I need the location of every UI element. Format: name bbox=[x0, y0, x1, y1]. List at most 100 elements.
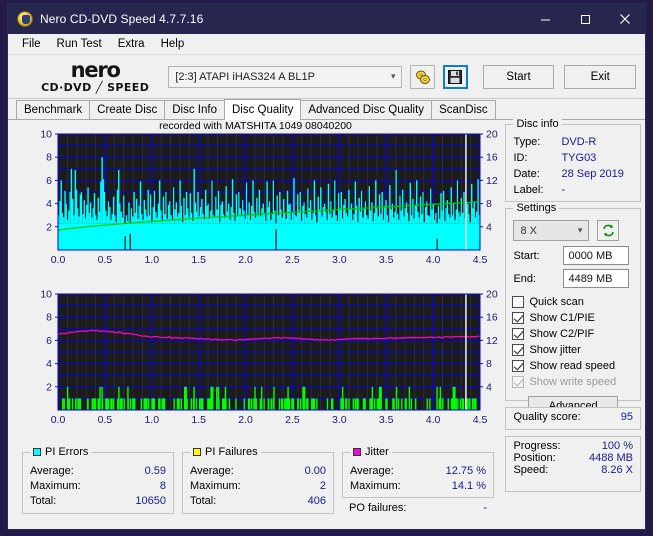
menu-item-file[interactable]: File bbox=[14, 36, 49, 52]
start-input[interactable]: 0000 MB bbox=[563, 246, 630, 265]
disc-label-value: - bbox=[561, 184, 566, 196]
pie-chart[interactable]: 246810481216200.0 0.5 1.0 1.5 2.0 2.5 3.0 3.5 4.… bbox=[8, 120, 503, 283]
jitter-maximum-value: 14.1 % bbox=[451, 479, 486, 492]
speed-select[interactable]: 8 X ▾ bbox=[513, 220, 590, 241]
pi-failures-average-label: Average: bbox=[190, 464, 234, 477]
checkbox-label: Quick scan bbox=[529, 296, 584, 308]
app-window: Nero CD-DVD Speed 4.7.7.16 File Run Test… bbox=[7, 3, 646, 530]
pi-failures-legend: PI Failures bbox=[190, 446, 261, 458]
disc-speed-icon bbox=[415, 70, 430, 84]
save-floppy-icon-button[interactable] bbox=[443, 64, 468, 89]
po-failures-value: - bbox=[483, 501, 487, 514]
tab-strip: Benchmark Create Disc Disc Info Disc Qua… bbox=[8, 99, 645, 120]
checkbox-show-c2-pif[interactable]: Show C2/PIF bbox=[506, 326, 640, 342]
pi-errors-total-value: 10650 bbox=[135, 494, 166, 507]
svg-text:3.0: 3.0 bbox=[332, 254, 347, 266]
tab-benchmark[interactable]: Benchmark bbox=[16, 100, 91, 119]
menu-bar: File Run Test Extra Help bbox=[8, 34, 645, 55]
pie-chart-container: recorded with MATSHITA 1049 08040200 2 4 6… bbox=[8, 120, 503, 283]
refresh-icon bbox=[603, 224, 614, 237]
checkbox-quick-scan[interactable]: Quick scan bbox=[506, 294, 640, 310]
tab-disc-info[interactable]: Disc Info bbox=[164, 100, 225, 119]
svg-text:4.5: 4.5 bbox=[473, 254, 488, 266]
tab-scandisc[interactable]: ScanDisc bbox=[431, 100, 496, 119]
exit-button[interactable]: Exit bbox=[564, 64, 636, 89]
position-value: 4488 MB bbox=[588, 452, 633, 464]
drive-select[interactable]: [2:3] ATAPI iHAS324 A BL1P ▾ bbox=[168, 65, 403, 88]
window-title: Nero CD-DVD Speed 4.7.7.16 bbox=[40, 12, 204, 26]
pif-jitter-chart-container: 2 4 6 8 10 4 8 12 16 20 0.0 0.5 1.0 1.5 2.0 2.5 3.0 3.5 4.… bbox=[8, 280, 503, 443]
menu-item-help[interactable]: Help bbox=[153, 36, 193, 52]
nero-logo-subtitle: CD·DVD ╱ SPEED bbox=[41, 81, 150, 94]
checkbox-show-write-speed: Show write speed bbox=[506, 374, 640, 390]
svg-text:8: 8 bbox=[486, 198, 492, 210]
pi-failures-total-value: 406 bbox=[307, 494, 326, 507]
nero-logo-wordmark: nero bbox=[70, 58, 121, 82]
checkbox-show-c1-pie[interactable]: Show C1/PIE bbox=[506, 310, 640, 326]
start-label: Start: bbox=[513, 249, 540, 262]
disc-speed-icon-button[interactable] bbox=[410, 64, 436, 89]
svg-text:4: 4 bbox=[46, 198, 52, 210]
refresh-icon-button[interactable] bbox=[597, 220, 620, 241]
end-label: End: bbox=[513, 272, 537, 285]
svg-text:2.5: 2.5 bbox=[285, 414, 300, 426]
pi-failures-legend-label: PI Failures bbox=[205, 446, 258, 458]
disc-type-label: Type: bbox=[513, 136, 541, 148]
window-controls bbox=[525, 4, 645, 34]
chevron-down-icon: ▾ bbox=[390, 71, 396, 81]
checkbox-box bbox=[512, 312, 525, 324]
settings-box: Settings 8 X ▾ Start: 0000 MB End: 4489 … bbox=[505, 202, 641, 416]
svg-text:1.5: 1.5 bbox=[191, 254, 206, 266]
nero-disc-icon bbox=[17, 11, 33, 27]
chevron-down-icon: ▾ bbox=[577, 225, 583, 235]
progress-value: 100 % bbox=[601, 440, 633, 452]
disc-date-value: 28 Sep 2019 bbox=[561, 168, 624, 180]
close-icon[interactable] bbox=[605, 4, 645, 34]
pi-errors-box: PI Errors Average: 0.59 Maximum: 8 Total: 1… bbox=[22, 446, 174, 514]
svg-text:4.0: 4.0 bbox=[426, 414, 441, 426]
jitter-color-swatch bbox=[353, 448, 361, 456]
save-floppy-icon bbox=[448, 69, 463, 84]
tab-create-disc[interactable]: Create Disc bbox=[89, 100, 166, 119]
pi-errors-average-value: 0.59 bbox=[144, 464, 166, 477]
menu-item-extra[interactable]: Extra bbox=[110, 36, 153, 52]
checkbox-show-jitter[interactable]: Show jitter bbox=[506, 342, 640, 358]
svg-text:4.0: 4.0 bbox=[426, 254, 441, 266]
svg-text:3.0: 3.0 bbox=[332, 414, 347, 426]
checkbox-label: Show C2/PIF bbox=[529, 328, 595, 340]
disc-info-legend: Disc info bbox=[513, 118, 562, 130]
pi-failures-total-label: Total: bbox=[190, 494, 217, 507]
end-input[interactable]: 4489 MB bbox=[563, 269, 630, 288]
jitter-legend-label: Jitter bbox=[365, 446, 389, 458]
tab-disc-quality[interactable]: Disc Quality bbox=[224, 99, 302, 120]
po-failures-row: PO failures: - bbox=[342, 500, 494, 515]
checkbox-show-read-speed[interactable]: Show read speed bbox=[506, 358, 640, 374]
checkbox-box bbox=[512, 376, 525, 388]
disc-label-label: Label: bbox=[513, 184, 544, 196]
menu-item-run-test[interactable]: Run Test bbox=[49, 36, 110, 52]
svg-text:4.5: 4.5 bbox=[473, 414, 488, 426]
title-bar: Nero CD-DVD Speed 4.7.7.16 bbox=[8, 4, 645, 34]
pif-jitter-chart[interactable]: 2 4 6 8 10 4 8 12 16 20 0.0 0.5 1.0 1.5 2.0 2.5 3.0 3.5 4.… bbox=[8, 280, 503, 443]
drive-select-value: [2:3] ATAPI iHAS324 A BL1P bbox=[175, 70, 315, 83]
start-button[interactable]: Start bbox=[482, 64, 555, 89]
svg-text:8: 8 bbox=[46, 152, 52, 164]
jitter-average-value: 12.75 % bbox=[445, 464, 486, 477]
maximize-icon[interactable] bbox=[565, 4, 605, 34]
start-input-value: 0000 MB bbox=[568, 249, 613, 262]
checkbox-box bbox=[512, 360, 525, 372]
svg-text:0.0: 0.0 bbox=[51, 414, 66, 426]
svg-text:6: 6 bbox=[46, 175, 52, 187]
settings-legend: Settings bbox=[513, 202, 560, 214]
desktop-background: Nero CD-DVD Speed 4.7.7.16 File Run Test… bbox=[0, 0, 653, 536]
disc-date-label: Date: bbox=[513, 168, 540, 180]
svg-text:4: 4 bbox=[46, 358, 52, 370]
pi-errors-maximum-label: Maximum: bbox=[30, 479, 81, 492]
tab-content-disc-quality: recorded with MATSHITA 1049 08040200 2 4 6… bbox=[8, 118, 645, 529]
pi-failures-maximum-label: Maximum: bbox=[190, 479, 241, 492]
jitter-legend: Jitter bbox=[350, 446, 392, 458]
checkbox-label: Show C1/PIE bbox=[529, 312, 595, 324]
minimize-icon[interactable] bbox=[525, 4, 565, 34]
svg-text:12: 12 bbox=[486, 175, 498, 187]
tab-advanced-disc-quality[interactable]: Advanced Disc Quality bbox=[300, 100, 433, 119]
